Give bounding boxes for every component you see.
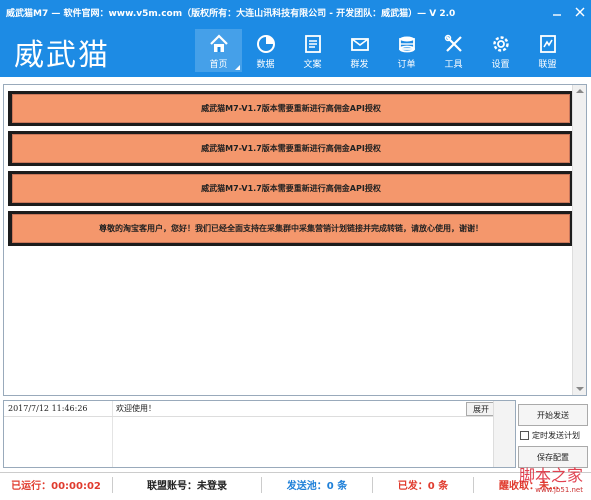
notice-text: 尊敬的淘宝客用户，您好！我们已经全面支持在采集群中采集营销计划链接并完成转链，请… bbox=[12, 214, 570, 243]
notice-item: 尊敬的淘宝客用户，您好！我们已经全面支持在采集群中采集营销计划链接并完成转链，请… bbox=[8, 211, 574, 246]
status-sent: 已发：0 条 bbox=[397, 481, 449, 492]
window-title: 威武猫M7 — 软件官网：www.v5m.com（版权所有：大连山讯科技有限公司… bbox=[6, 8, 456, 19]
nav-item-label: 文案 bbox=[303, 60, 322, 70]
nav-item-label: 群发 bbox=[350, 60, 369, 70]
dropdown-corner-icon bbox=[235, 65, 240, 70]
minimize-icon bbox=[552, 14, 561, 16]
nav-item-label: 订单 bbox=[397, 60, 416, 70]
expand-button[interactable]: 展开 bbox=[466, 402, 496, 416]
nav-item-label: 工具 bbox=[444, 60, 463, 70]
document-icon bbox=[301, 32, 325, 56]
schedule-checkbox[interactable]: 定时发送计划 bbox=[520, 430, 580, 441]
notice-text: 威武猫M7-V1.7版本需要重新进行高佣金API授权 bbox=[12, 174, 570, 203]
notice-item: 威武猫M7-V1.7版本需要重新进行高佣金API授权 bbox=[8, 131, 574, 166]
close-button[interactable] bbox=[568, 0, 591, 24]
watermark-url: www.jb51.net bbox=[535, 486, 583, 494]
scroll-up-icon[interactable] bbox=[576, 89, 584, 93]
notice-text: 威武猫M7-V1.7版本需要重新进行高佣金API授权 bbox=[12, 134, 570, 163]
tools-icon bbox=[442, 32, 466, 56]
log-row: 2017/7/12 11:46:26 欢迎使用！ bbox=[4, 401, 515, 415]
log-message: 欢迎使用！ bbox=[116, 403, 156, 413]
nav-item-settings[interactable]: 设置 bbox=[477, 29, 524, 72]
nav-item-alliance[interactable]: 联盟 bbox=[524, 29, 571, 72]
notice-item: 威武猫M7-V1.7版本需要重新进行高佣金API授权 bbox=[8, 171, 574, 206]
send-controls: 开始发送 定时发送计划 保存配置 bbox=[518, 400, 588, 468]
nav-item-label: 设置 bbox=[491, 60, 510, 70]
status-running: 已运行：00:00:02 bbox=[11, 481, 101, 492]
app-logo: 威武猫 bbox=[14, 38, 110, 73]
nav-item-home[interactable]: 首页 bbox=[195, 29, 242, 72]
minimize-button[interactable] bbox=[545, 0, 568, 24]
status-send-pool: 发送池：0 条 bbox=[286, 481, 348, 492]
nav-item-copywriting[interactable]: 文案 bbox=[289, 29, 336, 72]
nav-item-orders[interactable]: 订单 bbox=[383, 29, 430, 72]
nav-item-label: 首页 bbox=[209, 60, 228, 70]
home-icon bbox=[207, 32, 231, 56]
start-send-button[interactable]: 开始发送 bbox=[518, 404, 588, 426]
nav-item-label: 联盟 bbox=[538, 60, 557, 70]
log-time: 2017/7/12 11:46:26 bbox=[8, 403, 88, 413]
log-scrollbar[interactable] bbox=[493, 401, 515, 467]
status-bar: 已运行：00:00:02 联盟账号：未登录 发送池：0 条 已发：0 条 醒收取… bbox=[0, 472, 591, 496]
nav-item-tools[interactable]: 工具 bbox=[430, 29, 477, 72]
coins-icon bbox=[395, 32, 419, 56]
pie-chart-icon bbox=[254, 32, 278, 56]
nav-item-data[interactable]: 数据 bbox=[242, 29, 289, 72]
close-icon bbox=[575, 7, 584, 17]
app-header: 威武猫 首页 数据 文案 群发 订单 工具 设置 联盟 bbox=[0, 24, 591, 77]
watermark: 脚本之家 www.jb51.net bbox=[519, 462, 583, 494]
status-account: 联盟账号：未登录 bbox=[147, 481, 227, 492]
notice-item: 威武猫M7-V1.7版本需要重新进行高佣金API授权 bbox=[8, 91, 574, 126]
log-divider bbox=[4, 416, 494, 417]
notice-scrollbar[interactable] bbox=[572, 85, 586, 395]
schedule-label: 定时发送计划 bbox=[532, 431, 580, 440]
notice-panel: 威武猫M7-V1.7版本需要重新进行高佣金API授权 威武猫M7-V1.7版本需… bbox=[3, 84, 587, 396]
scroll-down-icon[interactable] bbox=[576, 387, 584, 391]
alliance-icon bbox=[536, 32, 560, 56]
nav-item-label: 数据 bbox=[256, 60, 275, 70]
nav-item-broadcast[interactable]: 群发 bbox=[336, 29, 383, 72]
envelope-icon bbox=[348, 32, 372, 56]
notice-text: 威武猫M7-V1.7版本需要重新进行高佣金API授权 bbox=[12, 94, 570, 123]
window-controls bbox=[545, 0, 591, 24]
title-bar: 威武猫M7 — 软件官网：www.v5m.com（版权所有：大连山讯科技有限公司… bbox=[0, 0, 591, 24]
checkbox-box[interactable] bbox=[520, 431, 529, 440]
gear-icon bbox=[489, 32, 513, 56]
main-nav: 首页 数据 文案 群发 订单 工具 设置 联盟 bbox=[195, 29, 571, 75]
watermark-title: 脚本之家 bbox=[518, 466, 583, 485]
log-panel: 2017/7/12 11:46:26 欢迎使用！ 展开 bbox=[3, 400, 516, 468]
